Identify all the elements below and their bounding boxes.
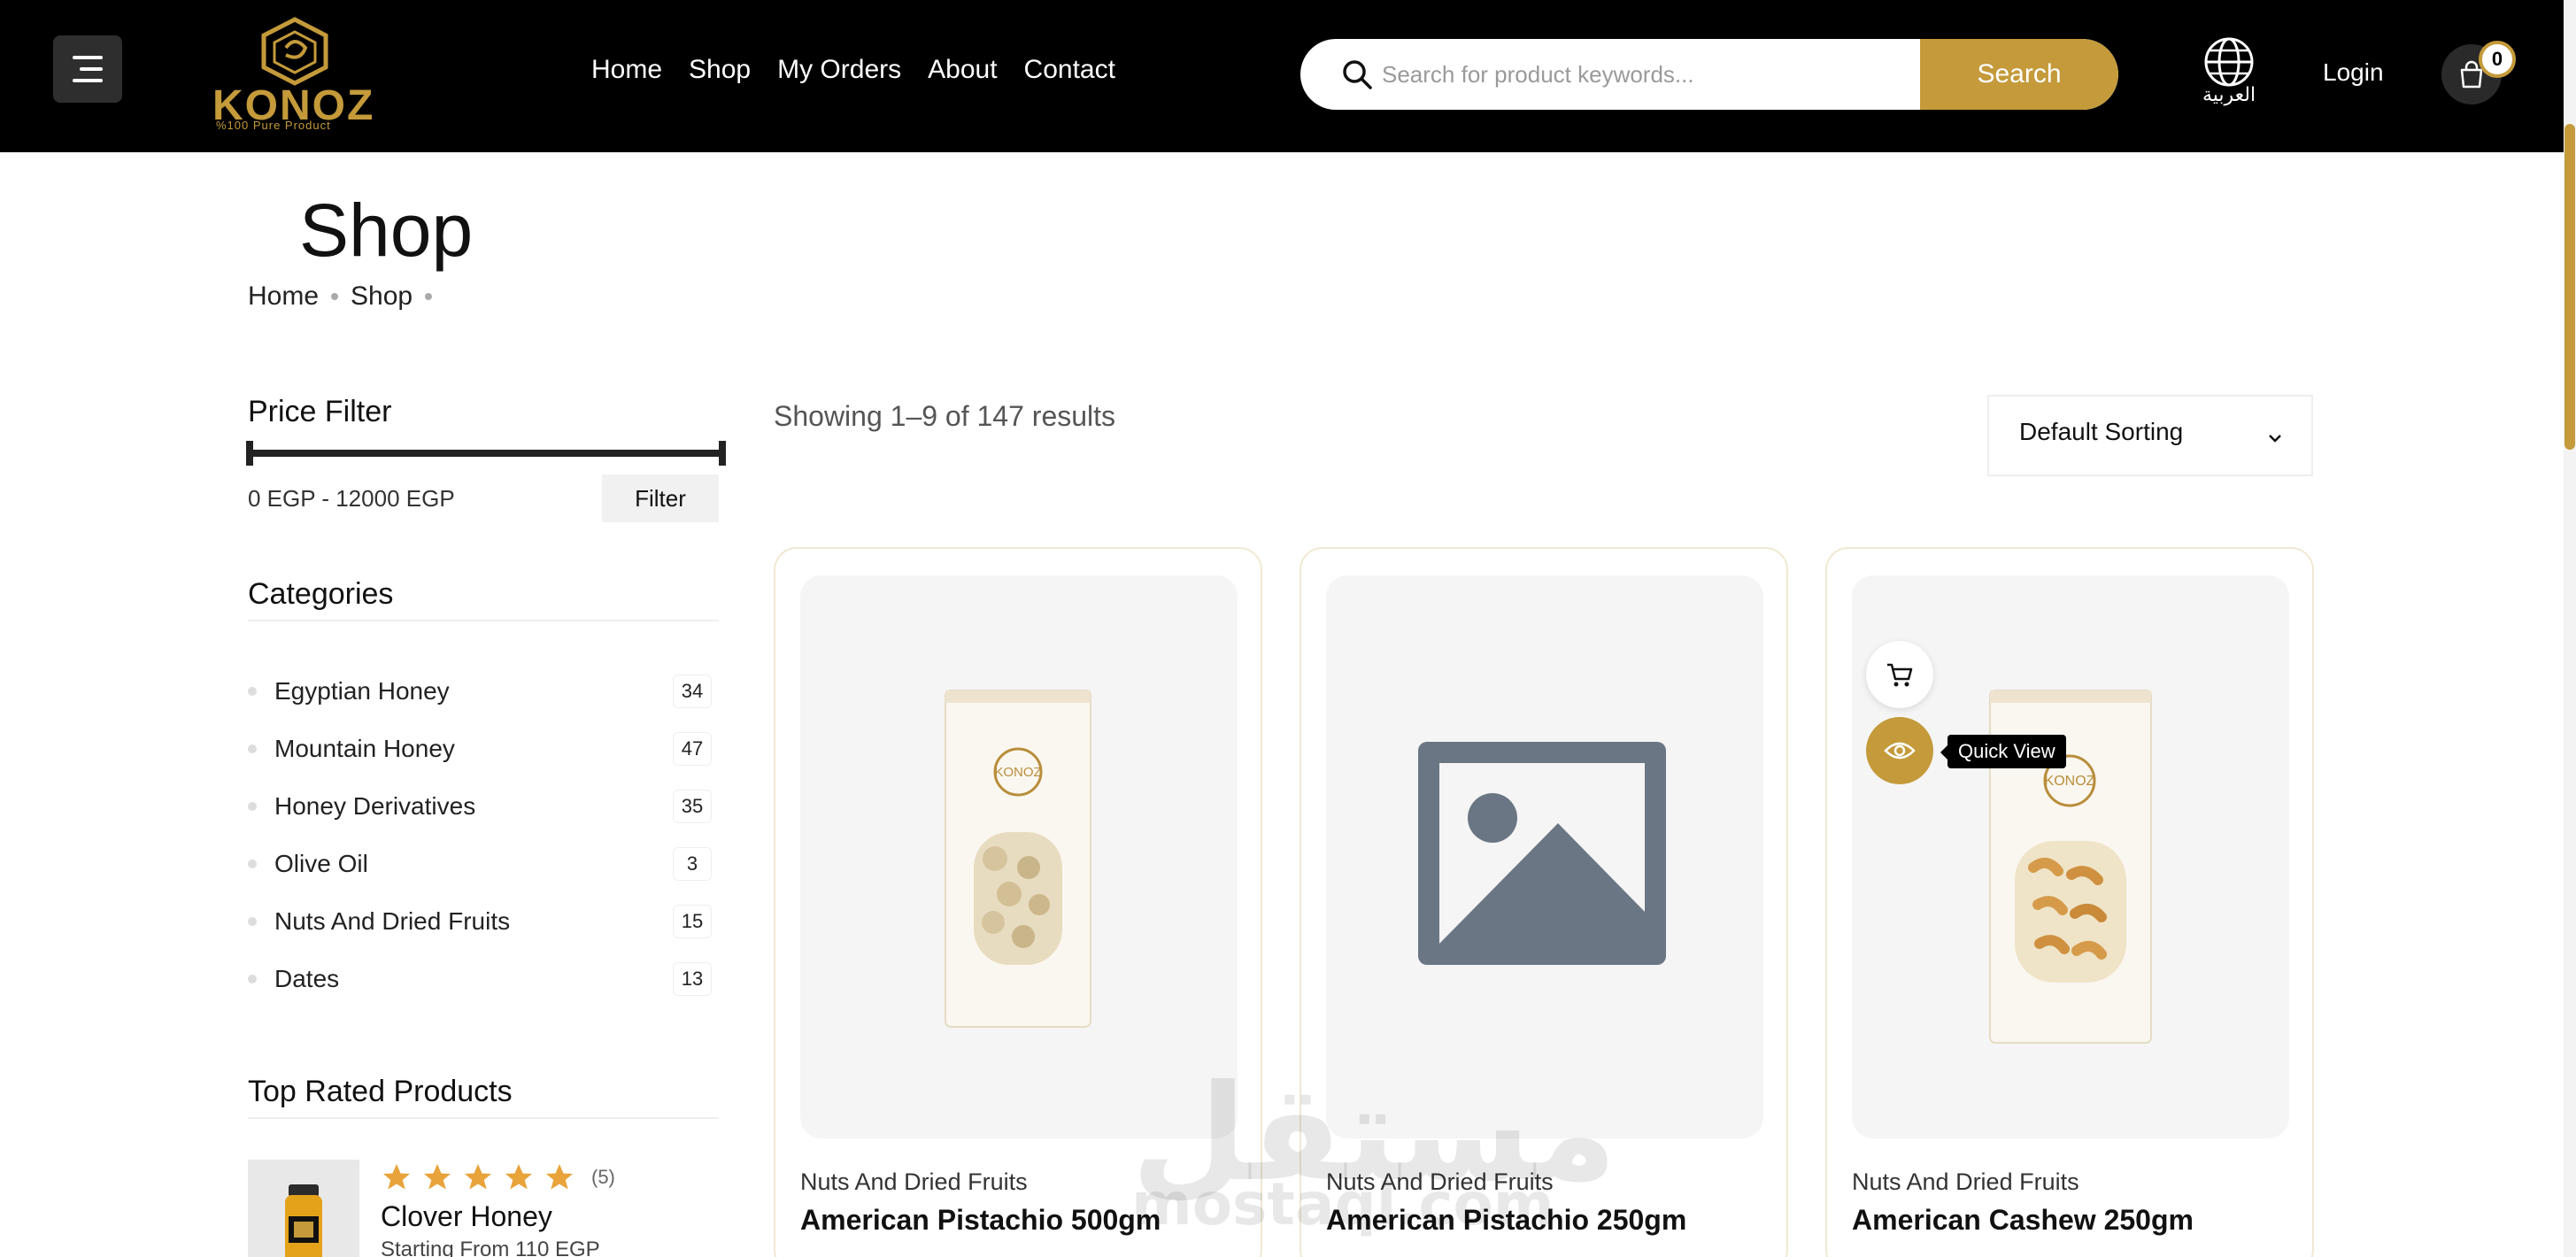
category-item[interactable]: Dates 13 [248,950,712,1007]
category-item[interactable]: Nuts And Dried Fruits 15 [248,892,712,950]
category-name[interactable]: Honey Derivatives [274,792,475,821]
language-switch-label[interactable]: العربية [2195,83,2263,106]
nav-my-orders[interactable]: My Orders [777,55,901,85]
category-name[interactable]: Olive Oil [274,850,368,878]
breadcrumb-home[interactable]: Home [248,281,319,312]
product-category[interactable]: Nuts And Dried Fruits [800,1168,1028,1196]
nav-contact[interactable]: Contact [1024,55,1115,85]
divider [248,1117,719,1119]
bullet [248,801,257,811]
top-rated-heading: Top Rated Products [248,1075,513,1108]
categories-heading: Categories [248,577,394,611]
hamburger-menu-button[interactable] [53,35,122,103]
product-image[interactable] [1326,575,1763,1138]
category-count: 34 [673,675,712,708]
search-icon [1343,60,1372,89]
search-button[interactable]: Search [1920,39,2118,110]
nav-shop[interactable]: Shop [689,55,751,85]
product-card[interactable]: KONOZ Quick View Nuts And Dried Fruits A… [1825,547,2314,1257]
bullet [248,916,257,926]
cart-count-badge: 0 [2479,41,2516,78]
breadcrumb-shop: Shop [351,281,413,311]
logo-tagline: %100 Pure Product [216,119,331,132]
svg-text:KONOZ: KONOZ [2045,774,2095,789]
rating-stars: (5) [381,1161,615,1193]
sort-selected-value: Default Sorting [2019,418,2184,445]
product-title[interactable]: American Cashew 250gm [1852,1204,2194,1237]
category-name[interactable]: Mountain Honey [274,735,455,763]
globe-icon[interactable] [2202,35,2256,89]
quick-view-button[interactable] [1866,717,1933,784]
star-icon [383,1164,410,1190]
category-count: 15 [673,905,712,938]
nav-home[interactable]: Home [591,55,662,85]
svg-text:KONOZ: KONOZ [994,765,1041,780]
chevron-down-icon [2269,435,2281,443]
category-count: 35 [673,790,712,823]
nav-about[interactable]: About [928,55,997,85]
breadcrumb-separator [331,293,339,300]
category-item[interactable]: Mountain Honey 47 [248,720,712,777]
shop-page: KONOZ %100 Pure Product Home Shop My Ord… [0,0,2576,1257]
star-icon [424,1164,451,1190]
results-count: Showing 1–9 of 147 results [774,400,1116,432]
breadcrumb: Home Shop [248,281,433,312]
scrollbar-thumb[interactable] [2564,124,2575,450]
price-filter-heading: Price Filter [248,395,392,428]
category-count: 47 [673,732,712,766]
main-nav: Home Shop My Orders About Contact [591,55,1115,85]
product-title[interactable]: American Pistachio 500gm [800,1204,1161,1237]
cart-icon [1887,663,1913,687]
pistachio-bag-image: KONOZ [945,690,1091,1028]
product-category[interactable]: Nuts And Dried Fruits [1852,1168,2079,1196]
rating-count: (5) [591,1166,615,1188]
category-count: 3 [673,847,712,881]
breadcrumb-separator [425,293,433,300]
price-min-handle[interactable] [246,441,253,466]
category-item[interactable]: Olive Oil 3 [248,835,712,892]
star-icon [505,1164,532,1190]
category-name[interactable]: Egyptian Honey [274,677,450,706]
top-rated-product-name[interactable]: Clover Honey [381,1200,552,1233]
search-input[interactable] [1382,39,2001,110]
add-to-cart-button[interactable] [1866,641,1933,708]
price-range-text: 0 EGP - 12000 EGP [248,485,455,512]
divider [248,620,719,621]
star-icon [546,1164,573,1190]
eye-icon [1884,742,1916,760]
product-image[interactable]: KONOZ [800,575,1238,1138]
honey-jar-icon [285,1184,322,1257]
bullet [248,859,257,868]
price-range-slider[interactable] [248,450,724,457]
price-max-handle[interactable] [719,441,726,466]
top-rated-product-price: Starting From 110 EGP [381,1238,600,1257]
login-link[interactable]: Login [2323,58,2384,87]
star-icon [465,1164,491,1190]
category-item[interactable]: Honey Derivatives 35 [248,777,712,835]
top-rated-product-image[interactable] [248,1160,359,1257]
search-bar: Search [1300,39,2118,110]
bullet [248,744,257,753]
page-title: Shop [299,189,474,272]
quick-view-tooltip: Quick View [1940,735,2066,768]
category-name[interactable]: Dates [274,965,339,993]
category-name[interactable]: Nuts And Dried Fruits [274,907,510,936]
bullet [248,686,257,696]
watermark-url: mostaql.com [1131,1170,1554,1238]
category-list: Egyptian Honey 34 Mountain Honey 47 Hone… [248,662,712,1007]
image-placeholder-icon [1418,742,1666,965]
sort-select[interactable]: Default Sorting [1987,395,2313,476]
bullet [248,974,257,983]
filter-button[interactable]: Filter [602,474,719,522]
category-item[interactable]: Egyptian Honey 34 [248,662,712,720]
category-count: 13 [673,962,712,996]
site-header: KONOZ %100 Pure Product Home Shop My Ord… [0,0,2564,152]
